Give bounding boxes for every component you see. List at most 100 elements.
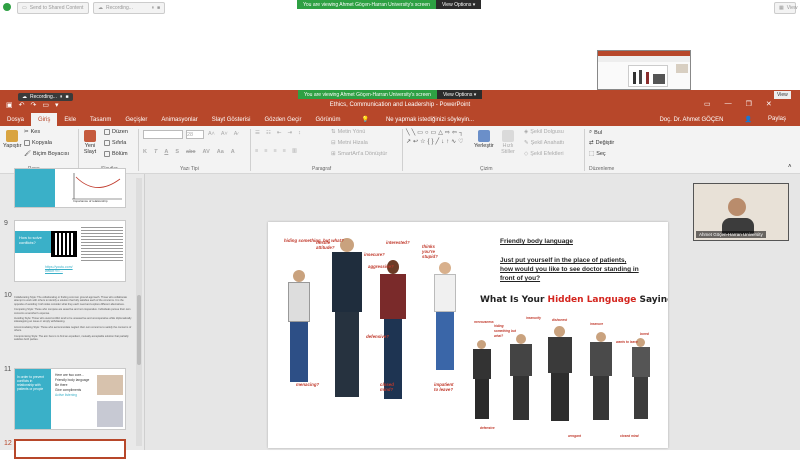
arrange-button[interactable]: Yerleştir: [474, 130, 494, 149]
pause-icon[interactable]: ⏸: [151, 5, 154, 11]
share-icon: ▭: [22, 5, 27, 11]
collapse-ribbon-icon[interactable]: ˄: [788, 164, 792, 170]
replace-button[interactable]: ⇄Değiştir: [589, 140, 614, 146]
scissors-icon: ✂: [24, 129, 29, 135]
shape-outline-button[interactable]: ✎Şekil Anahattı: [524, 140, 564, 146]
label-wants-to-leave: wants to leave: [616, 340, 638, 345]
tab-dosya[interactable]: Dosya: [0, 117, 31, 123]
share-button[interactable]: 👤Paylaş: [731, 116, 800, 123]
case-icon[interactable]: Aa: [217, 149, 224, 155]
ppt-view-options-button[interactable]: View Options ▾: [437, 90, 482, 99]
bullets-icon[interactable]: ☰: [255, 130, 260, 136]
find-button[interactable]: ⌕Bul: [589, 129, 602, 136]
ppt-view-button[interactable]: View: [774, 91, 791, 99]
shapes-gallery[interactable]: ╲╲▭○▭△⇨ ⇦┐↗↩☆{} ╱↓↑∿♡: [406, 129, 470, 162]
spacing-icon[interactable]: AV: [203, 149, 210, 155]
label-insecurity: insecurity: [526, 316, 541, 321]
shape-arrow-icon: ↑: [446, 139, 449, 145]
tab-tasarim[interactable]: Tasarım: [83, 117, 118, 123]
strikethrough-button[interactable]: abc: [186, 149, 195, 155]
smartart-button[interactable]: ⊞SmartArt'a Dönüştür: [331, 151, 387, 157]
grow-font-icon[interactable]: A˄: [208, 131, 215, 137]
layout-button[interactable]: Düzen: [104, 129, 128, 135]
section-button[interactable]: Bölüm: [104, 151, 128, 157]
font-size-box[interactable]: 28: [186, 130, 204, 139]
clear-format-icon[interactable]: A̷: [234, 131, 238, 137]
cut-button[interactable]: ✂Kes: [24, 129, 40, 135]
tab-animasyonlar[interactable]: Animasyonlar: [154, 117, 204, 123]
line-spacing-icon[interactable]: ↕: [298, 130, 301, 136]
underline-button[interactable]: A: [164, 149, 168, 155]
thumbnail-figure: [646, 72, 649, 84]
justify-icon[interactable]: ≡: [283, 148, 286, 154]
bold-button[interactable]: K: [143, 149, 147, 155]
shape-curve-icon: ∿: [451, 138, 456, 145]
thumbnail-figure: [633, 72, 636, 84]
person-figure-6: [510, 334, 532, 420]
restore-icon[interactable]: ❐: [746, 100, 752, 108]
ribbon-display-icon[interactable]: ▭: [704, 100, 711, 108]
presenter-video[interactable]: Ahmet Göçen-Harran University: [693, 183, 789, 241]
slide-thumb-11[interactable]: In order to prevent conflicts in relatio…: [14, 368, 126, 430]
outdent-icon[interactable]: ⇥: [287, 130, 292, 136]
tab-gozden-gecir[interactable]: Gözden Geçir: [257, 117, 308, 123]
shrink-font-icon[interactable]: A˅: [221, 131, 228, 137]
person-figure-9: [632, 338, 650, 420]
current-slide-canvas[interactable]: hiding something, but what? hostile atti…: [268, 222, 668, 448]
view-options-button[interactable]: View Options ▾: [436, 0, 481, 9]
indent-icon[interactable]: ⇤: [277, 130, 282, 136]
reset-button[interactable]: Sıfırla: [104, 140, 126, 146]
thumbnail-figure: [653, 74, 665, 84]
user-name[interactable]: Doç. Dr. Ahmet GÖÇEN: [652, 117, 730, 123]
numbering-icon[interactable]: ☷: [266, 130, 271, 136]
security-shield-icon[interactable]: [3, 3, 11, 11]
tab-slayt-gosterisi[interactable]: Slayt Gösterisi: [205, 117, 258, 123]
shape-effects-button[interactable]: ◇Şekil Efektleri: [524, 151, 564, 157]
stop-icon[interactable]: ■: [157, 5, 160, 11]
send-shared-content-button[interactable]: ▭Send to Shared Content: [17, 2, 89, 14]
align-right-icon[interactable]: ≡: [273, 148, 276, 154]
panel-scrollbar-thumb[interactable]: [137, 295, 141, 365]
thumb-11-photo: [97, 375, 123, 395]
slide-thumb-9[interactable]: How to solve conflicts? https://youtu.co…: [14, 220, 126, 282]
slide-text-friendly: Friendly body language: [500, 238, 573, 245]
thumb-9-text-lines: [81, 225, 123, 277]
quick-styles-button[interactable]: Hızlı Stiller: [499, 130, 517, 155]
minimize-icon[interactable]: —: [725, 100, 732, 108]
slide-thumb-8[interactable]: Importance of relationship: [14, 168, 126, 208]
select-button[interactable]: ⬚Seç: [589, 151, 606, 157]
tab-ekle[interactable]: Ekle: [57, 117, 83, 123]
ppt-recording-indicator: ☁ Recording... ⏸ ■: [18, 93, 73, 101]
slide-thumb-12-selected[interactable]: [14, 439, 126, 459]
label-arrogant: arrogant: [568, 434, 581, 439]
font-color-icon[interactable]: A: [231, 149, 235, 155]
text-direction-button[interactable]: ⇅Metin Yönü: [331, 129, 365, 135]
stop-icon[interactable]: ■: [65, 94, 68, 100]
shadow-button[interactable]: S: [175, 149, 179, 155]
tab-giris[interactable]: Giriş: [31, 113, 57, 126]
shape-line-icon: ╲: [412, 129, 416, 136]
tab-gecisler[interactable]: Geçişler: [118, 117, 154, 123]
shape-oval-icon: ○: [425, 130, 429, 136]
shape-brace-icon: {: [427, 139, 429, 145]
pause-icon[interactable]: ⏸: [60, 94, 63, 100]
align-text-button[interactable]: ⊟Metni Hizala: [331, 140, 368, 146]
paste-button[interactable]: Yapıştır: [3, 130, 22, 149]
align-center-icon[interactable]: ≡: [264, 148, 267, 154]
columns-icon[interactable]: ▥: [292, 148, 297, 154]
tell-me-box[interactable]: 💡Ne yapmak istediğinizi söyleyin...: [347, 116, 488, 123]
tab-gorunum[interactable]: Görünüm: [308, 117, 347, 123]
format-painter-button[interactable]: 🖌Biçim Boyacısı: [24, 151, 69, 157]
thumb-8-caption: Importance of relationship: [73, 199, 108, 203]
font-name-box[interactable]: [143, 130, 183, 139]
view-button[interactable]: ▦View: [774, 2, 796, 14]
window-controls: ▭ — ❐ ✕: [704, 100, 772, 108]
new-slide-button[interactable]: Yeni Slayt: [82, 130, 98, 155]
align-left-icon[interactable]: ≡: [255, 148, 258, 154]
close-icon[interactable]: ✕: [766, 100, 772, 108]
shape-fill-button[interactable]: ◈Şekil Dolgusu: [524, 129, 564, 135]
thumbnail-figure: [639, 70, 642, 84]
italic-button[interactable]: T: [154, 149, 157, 155]
shared-screen-thumbnail[interactable]: [597, 50, 691, 90]
copy-button[interactable]: Kopyala: [24, 140, 52, 146]
